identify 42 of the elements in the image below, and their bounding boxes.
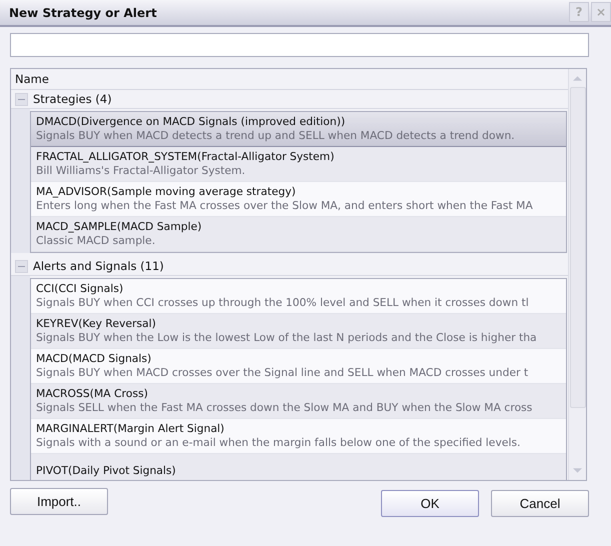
ok-button[interactable]: OK [381, 490, 479, 517]
item-name: MARGINALERT(Margin Alert Signal) [36, 422, 226, 436]
list-item[interactable]: MACROSS(MA Cross) Signals SELL when the Fast MA crosses down the Slow MA and BUY when the Slow MA cross [31, 384, 566, 419]
list-item[interactable]: MACD_SAMPLE(MACD Sample) Classic MACD sample. [31, 217, 566, 252]
item-name: PIVOT(Daily Pivot Signals) [36, 464, 177, 478]
item-description: Classic MACD sample. [36, 234, 156, 248]
item-description: Enters long when the Fast MA crosses over the Slow MA, and enters short when the Fast MA [36, 199, 534, 213]
item-name: CCI(CCI Signals) [36, 282, 124, 296]
item-description: Signals BUY when MACD crosses over the Signal line and SELL when MACD crosses under t [36, 366, 530, 380]
item-description: Bill Williams's Fractal-Alligator System. [36, 164, 246, 178]
item-name: FRACTAL_ALLIGATOR_SYSTEM(Fractal-Alligator System) [36, 150, 336, 164]
list-item[interactable]: MACD(MACD Signals) Signals BUY when MACD crosses over the Signal line and SELL when MACD crosses under t [31, 349, 566, 384]
scrollbar[interactable] [568, 69, 586, 480]
column-header[interactable]: Name [15, 72, 49, 86]
item-name: MA_ADVISOR(Sample moving average strategy) [36, 185, 297, 199]
list-item[interactable]: MA_ADVISOR(Sample moving average strategy) Enters long when the Fast MA crosses over the Slow MA, and enters short when the Fast MA [31, 182, 566, 217]
item-name: MACROSS(MA Cross) [36, 387, 149, 401]
collapse-icon[interactable] [15, 260, 28, 272]
item-description: Signals BUY when MACD detects a trend up and SELL when MACD detects a trend down. [36, 129, 516, 143]
item-description: Signals BUY when the Low is the lowest Low of the last N periods and the Close is higher tha [36, 331, 538, 345]
collapse-icon[interactable] [15, 92, 28, 106]
group-label: Alerts and Signals (11) [33, 259, 164, 273]
item-name: MACD(MACD Signals) [36, 352, 152, 366]
list-item[interactable]: CCI(CCI Signals) Signals BUY when CCI crosses up through the 100% level and SELL when it crosses down tl [31, 279, 566, 314]
cancel-button[interactable]: Cancel [491, 490, 589, 517]
item-description: Signals SELL when the Fast MA crosses down the Slow MA and BUY when the Slow MA cross [36, 401, 534, 415]
item-name: MACD_SAMPLE(MACD Sample) [36, 220, 203, 234]
list-item[interactable]: KEYREV(Key Reversal) Signals BUY when the Low is the lowest Low of the last N periods and the Close is higher tha [31, 314, 566, 349]
list-item[interactable]: FRACTAL_ALLIGATOR_SYSTEM(Fractal-Alligator System) Bill Williams's Fractal-Alligator System. [31, 147, 566, 182]
list-item[interactable]: PIVOT(Daily Pivot Signals) [31, 454, 566, 480]
item-description: Signals BUY when CCI crosses up through the 100% level and SELL when it crosses down tl [36, 296, 530, 310]
import-button[interactable]: Import.. [10, 488, 108, 515]
item-description: Signals with a sound or an e-mail when the margin falls below one of the specified levels. [36, 436, 522, 450]
item-name: DMACD(Divergence on MACD Signals (improved edition)) [36, 115, 346, 129]
list-item[interactable]: MARGINALERT(Margin Alert Signal) Signals with a sound or an e-mail when the margin falls below one of the specified levels. [31, 419, 566, 454]
search-field[interactable] [10, 33, 589, 57]
group-label: Strategies (4) [33, 92, 112, 106]
item-name: KEYREV(Key Reversal) [36, 317, 158, 331]
scroll-down-icon[interactable] [573, 468, 582, 474]
scroll-up-icon[interactable] [573, 75, 582, 81]
list-item[interactable]: DMACD(Divergence on MACD Signals (improved edition)) Signals BUY when MACD detects a trend up and SELL when MACD detects a trend down. [31, 112, 566, 147]
window-title: New Strategy or Alert [9, 6, 158, 20]
